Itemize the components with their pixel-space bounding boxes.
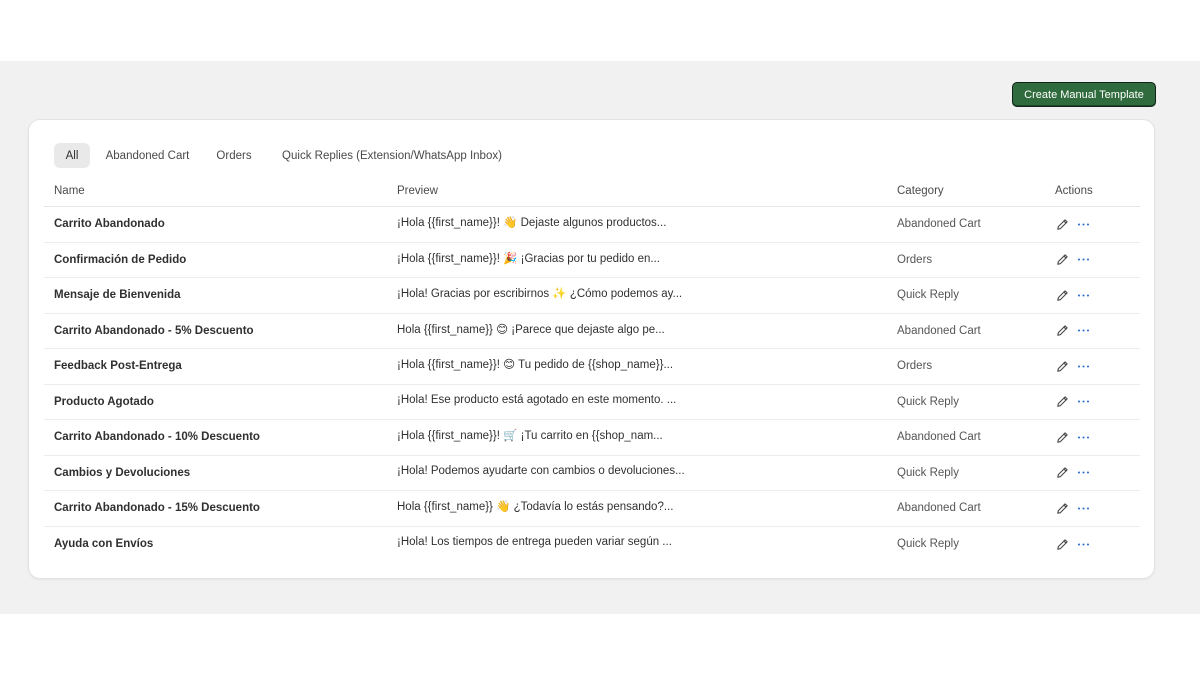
table-row[interactable]: Producto Agotado ¡Hola! Ese producto est… [44, 385, 1140, 420]
pencil-icon[interactable] [1055, 324, 1069, 338]
tab-quick-replies[interactable]: Quick Replies (Extension/WhatsApp Inbox) [270, 143, 514, 168]
template-name: Carrito Abandonado - 10% Descuento [54, 431, 260, 444]
table-row[interactable]: Ayuda con Envíos ¡Hola! Los tiempos de e… [44, 527, 1140, 563]
table-row[interactable]: Carrito Abandonado - 10% Descuento ¡Hola… [44, 420, 1140, 456]
row-actions [1055, 349, 1115, 384]
more-horizontal-icon[interactable] [1076, 537, 1090, 551]
template-preview: Hola {{first_name}} 😊 ¡Parece que dejast… [397, 323, 665, 336]
template-category: Abandoned Cart [897, 431, 981, 444]
pencil-icon[interactable] [1055, 217, 1069, 231]
table-row[interactable]: Feedback Post-Entrega ¡Hola {{first_name… [44, 349, 1140, 385]
row-actions [1055, 456, 1115, 491]
more-horizontal-icon[interactable] [1076, 430, 1090, 444]
row-actions [1055, 243, 1115, 278]
more-horizontal-icon[interactable] [1076, 288, 1090, 302]
row-actions [1055, 207, 1115, 242]
tab-orders[interactable]: Orders [209, 143, 259, 168]
pencil-icon[interactable] [1055, 395, 1069, 409]
table-header: Name Preview Category Actions [44, 177, 1140, 207]
row-actions [1055, 278, 1115, 313]
main-area: Create Manual Template All Abandoned Car… [0, 61, 1200, 614]
template-name: Feedback Post-Entrega [54, 360, 182, 373]
template-preview: ¡Hola {{first_name}}! 👋 Dejaste algunos … [397, 217, 667, 230]
table-row[interactable]: Carrito Abandonado - 5% Descuento Hola {… [44, 314, 1140, 349]
more-horizontal-icon[interactable] [1076, 217, 1090, 231]
table-row[interactable]: Carrito Abandonado - 15% Descuento Hola … [44, 491, 1140, 527]
template-category: Abandoned Cart [897, 502, 981, 515]
template-name: Carrito Abandonado [54, 218, 165, 231]
template-preview: ¡Hola {{first_name}}! 😊 Tu pedido de {{s… [397, 359, 674, 372]
template-category: Orders [897, 360, 933, 373]
tab-all[interactable]: All [54, 143, 90, 168]
table-row[interactable]: Cambios y Devoluciones ¡Hola! Podemos ay… [44, 456, 1140, 491]
template-category: Quick Reply [897, 289, 959, 302]
template-name: Carrito Abandonado - 5% Descuento [54, 324, 254, 337]
template-category: Quick Reply [897, 538, 959, 551]
pencil-icon[interactable] [1055, 501, 1069, 515]
template-category: Abandoned Cart [897, 324, 981, 337]
more-horizontal-icon[interactable] [1076, 324, 1090, 338]
more-horizontal-icon[interactable] [1076, 359, 1090, 373]
pencil-icon[interactable] [1055, 430, 1069, 444]
template-category: Quick Reply [897, 395, 959, 408]
pencil-icon[interactable] [1055, 288, 1069, 302]
pencil-icon[interactable] [1055, 253, 1069, 267]
column-header-name[interactable]: Name [54, 177, 85, 205]
template-name: Cambios y Devoluciones [54, 466, 191, 479]
table-body: Carrito Abandonado ¡Hola {{first_name}}!… [44, 207, 1140, 562]
pencil-icon[interactable] [1055, 537, 1069, 551]
row-actions [1055, 491, 1115, 526]
pencil-icon[interactable] [1055, 359, 1069, 373]
template-category: Quick Reply [897, 466, 959, 479]
row-actions [1055, 527, 1115, 563]
template-name: Producto Agotado [54, 395, 154, 408]
template-preview: ¡Hola! Los tiempos de entrega pueden var… [397, 536, 672, 549]
template-name: Mensaje de Bienvenida [54, 289, 181, 302]
column-header-actions: Actions [1055, 185, 1093, 197]
create-manual-template-button[interactable]: Create Manual Template [1012, 82, 1156, 107]
template-name: Carrito Abandonado - 15% Descuento [54, 502, 260, 515]
more-horizontal-icon[interactable] [1076, 253, 1090, 267]
pencil-icon[interactable] [1055, 466, 1069, 480]
table-row[interactable]: Carrito Abandonado ¡Hola {{first_name}}!… [44, 207, 1140, 243]
table-row[interactable]: Confirmación de Pedido ¡Hola {{first_nam… [44, 243, 1140, 278]
row-actions [1055, 385, 1115, 420]
template-preview: Hola {{first_name}} 👋 ¿Todavía lo estás … [397, 501, 674, 514]
template-preview: ¡Hola! Podemos ayudarte con cambios o de… [397, 464, 685, 477]
templates-card: All Abandoned Cart Orders Quick Replies … [28, 119, 1155, 579]
more-horizontal-icon[interactable] [1076, 395, 1090, 409]
template-category: Orders [897, 253, 933, 266]
more-horizontal-icon[interactable] [1076, 466, 1090, 480]
row-actions [1055, 314, 1115, 349]
template-category: Abandoned Cart [897, 218, 981, 231]
top-bar [0, 0, 1200, 61]
tab-abandoned-cart[interactable]: Abandoned Cart [97, 143, 198, 168]
row-actions [1055, 420, 1115, 455]
column-header-preview: Preview [397, 185, 438, 197]
template-preview: ¡Hola {{first_name}}! 🎉 ¡Gracias por tu … [397, 252, 660, 265]
column-header-category[interactable]: Category [897, 177, 944, 205]
template-name: Ayuda con Envíos [54, 538, 154, 551]
template-preview: ¡Hola! Gracias por escribirnos ✨ ¿Cómo p… [397, 288, 683, 301]
template-name: Confirmación de Pedido [54, 253, 187, 266]
template-preview: ¡Hola! Ese producto está agotado en este… [397, 393, 677, 406]
more-horizontal-icon[interactable] [1076, 501, 1090, 515]
table-row[interactable]: Mensaje de Bienvenida ¡Hola! Gracias por… [44, 278, 1140, 314]
template-preview: ¡Hola {{first_name}}! 🛒 ¡Tu carrito en {… [397, 430, 663, 443]
